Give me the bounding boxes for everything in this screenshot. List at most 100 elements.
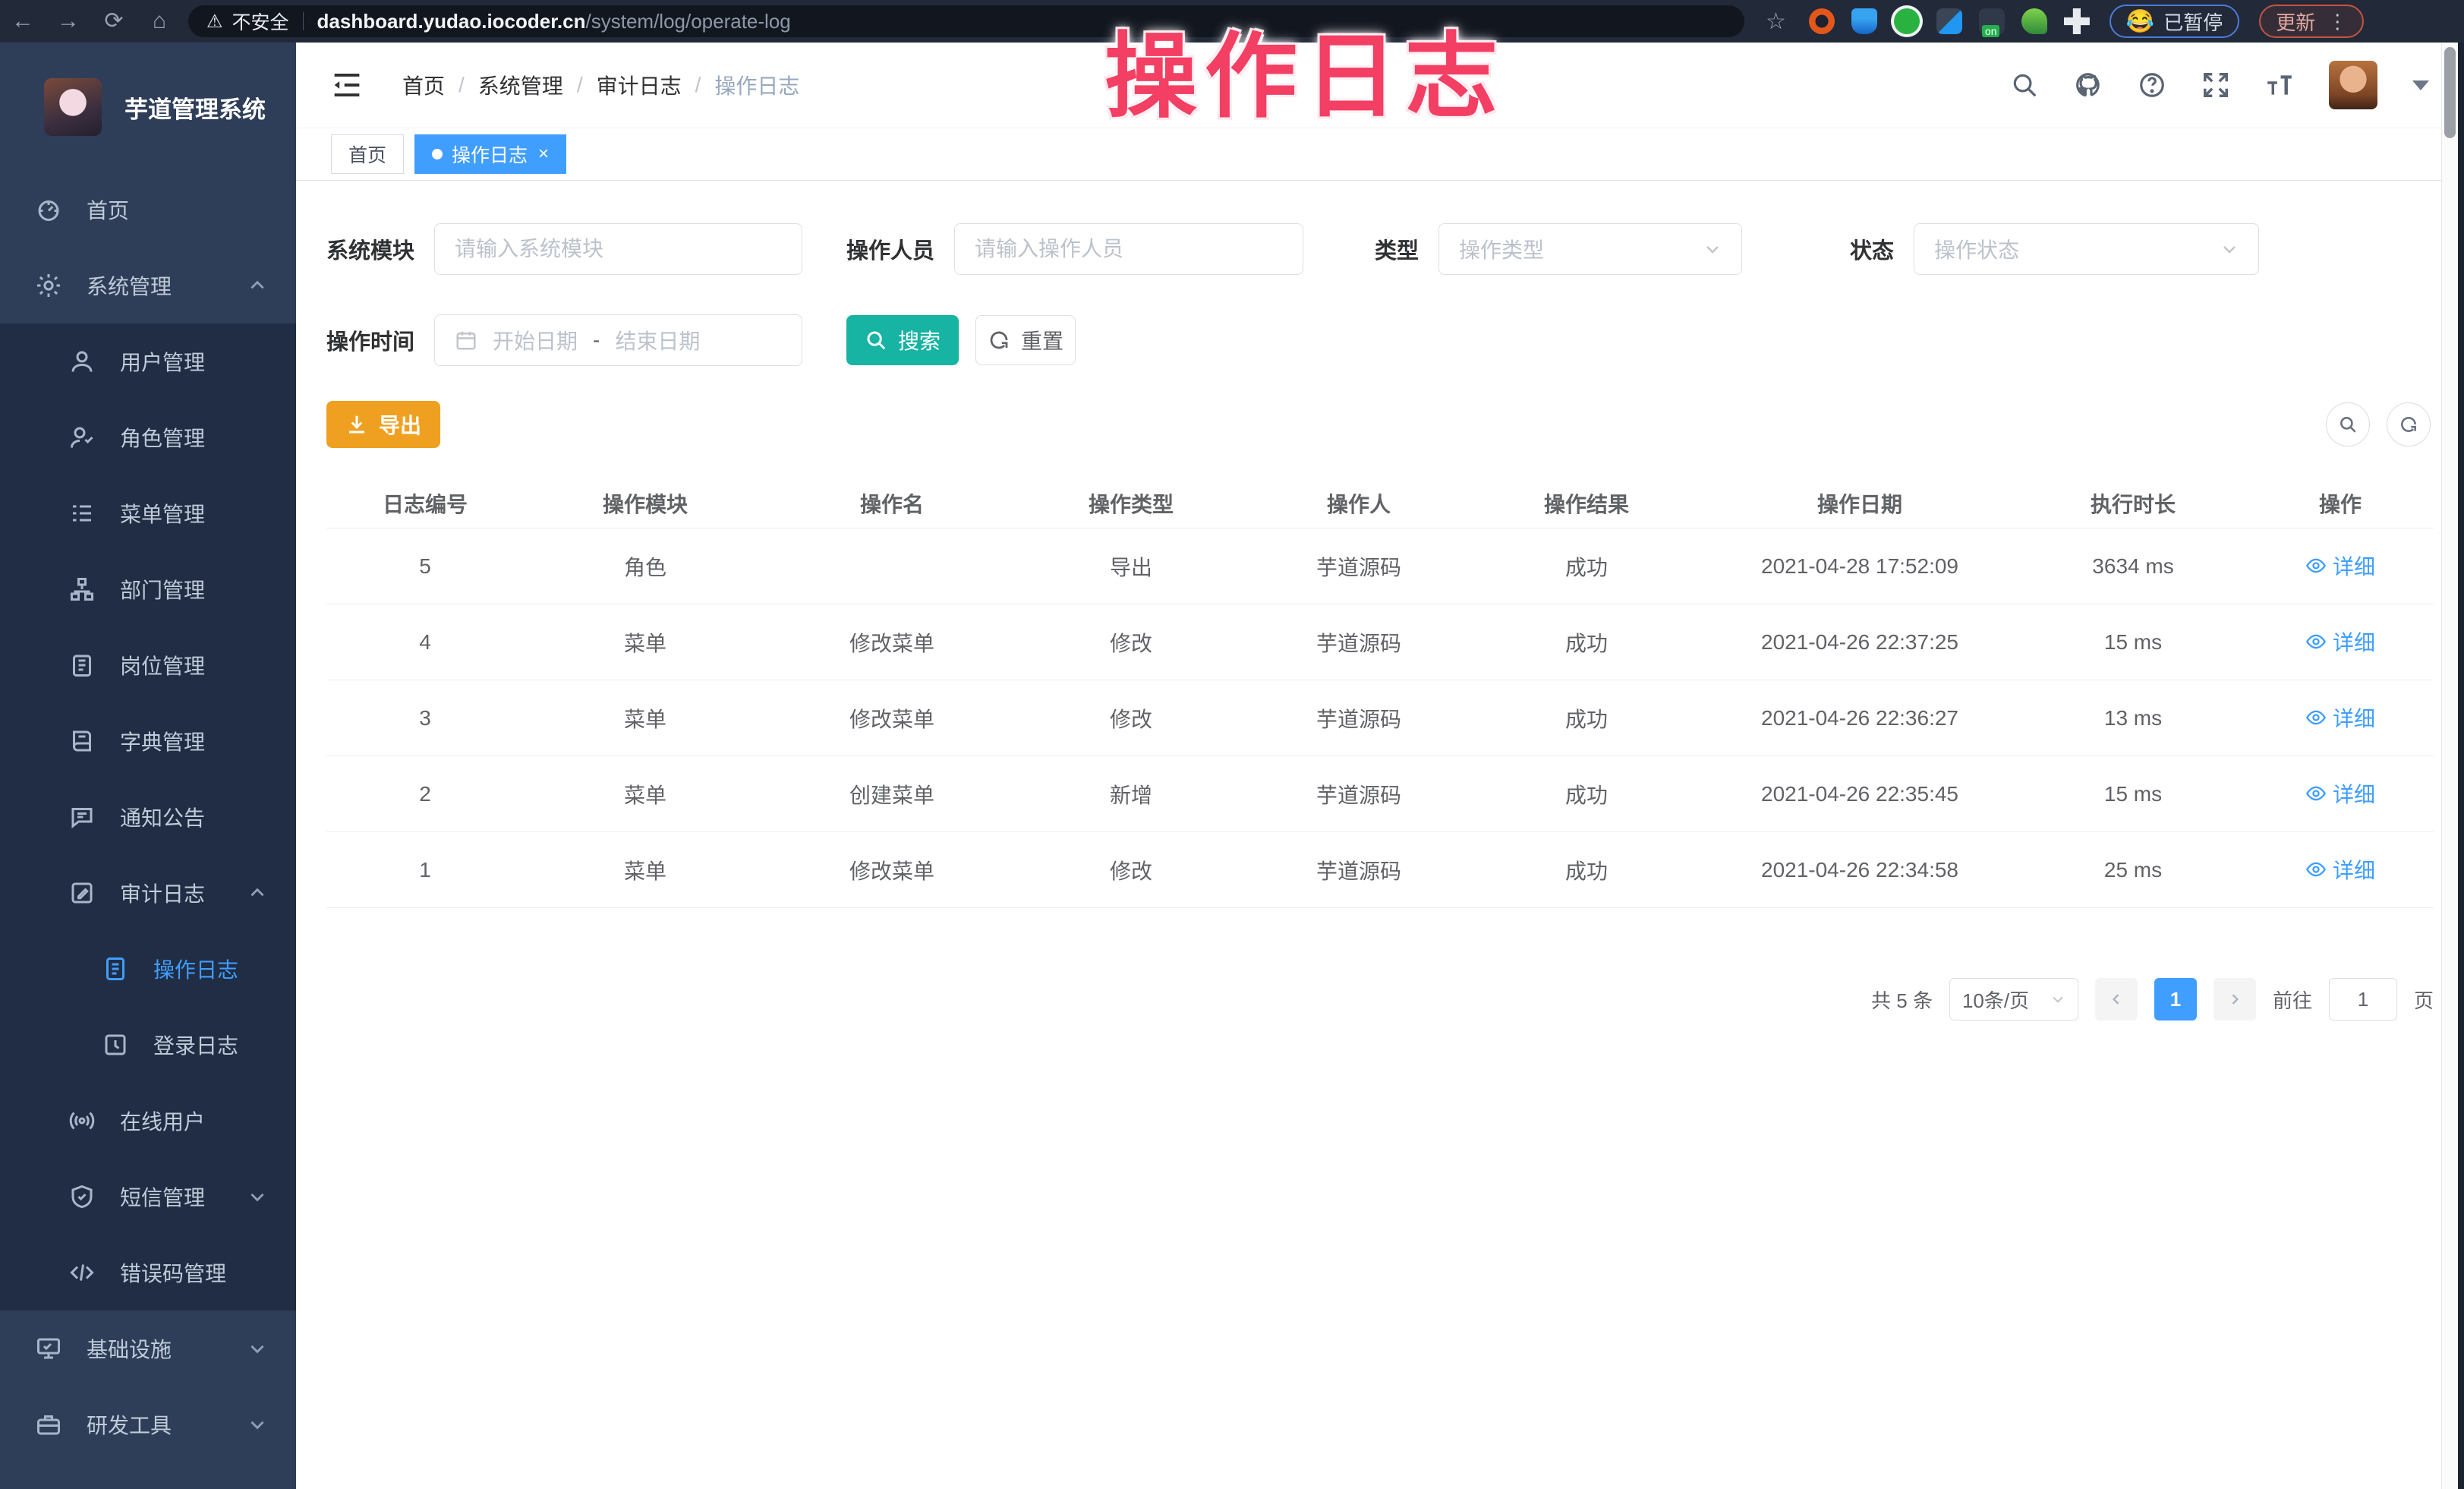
profile-paused-button[interactable]: 😂 已暂停	[2110, 5, 2239, 38]
browser-back-icon[interactable]: ←	[0, 0, 46, 43]
address-bar[interactable]: ⚠ 不安全 dashboard.yudao.iocoder.cn /system…	[188, 5, 1744, 37]
sidebar-item-role-mgmt[interactable]: 角色管理	[0, 399, 296, 475]
page-size-select[interactable]: 10条/页	[1949, 978, 2078, 1021]
cell-log-id: 4	[326, 630, 524, 655]
reset-button[interactable]: 重置	[975, 315, 1076, 365]
sidebar-item-errcode-mgmt[interactable]: 错误码管理	[0, 1235, 296, 1311]
tag-home[interactable]: 首页	[331, 134, 404, 174]
browser-toolbar: ← → ⟳ ⌂ ⚠ 不安全 dashboard.yudao.iocoder.cn…	[0, 0, 2464, 43]
extension-puzzle-icon[interactable]	[2064, 8, 2090, 34]
sidebar-item-online-users[interactable]: 在线用户	[0, 1083, 296, 1159]
status-select[interactable]: 操作状态	[1914, 223, 2259, 275]
breadcrumb-system[interactable]: 系统管理	[478, 70, 563, 100]
operator-input[interactable]	[975, 237, 1283, 261]
search-button[interactable]: 搜索	[846, 315, 959, 365]
sidebar-item-login-log[interactable]: 登录日志	[0, 1007, 296, 1083]
extension-icon-orange[interactable]	[1809, 8, 1835, 34]
search-button-label: 搜索	[898, 325, 941, 355]
detail-link[interactable]: 详细	[2305, 778, 2375, 809]
detail-link[interactable]: 详细	[2305, 626, 2375, 657]
eye-icon	[2305, 631, 2327, 652]
tag-operate-log[interactable]: 操作日志 ×	[414, 134, 566, 174]
detail-link[interactable]: 详细	[2305, 854, 2375, 885]
sidebar-item-label: 系统管理	[87, 270, 172, 301]
close-tag-icon[interactable]: ×	[538, 144, 549, 165]
toggle-search-button[interactable]	[2326, 402, 2370, 446]
fullscreen-icon[interactable]	[2201, 71, 2230, 99]
browser-reload-icon[interactable]: ⟳	[91, 0, 137, 43]
scrollbar-thumb[interactable]	[2444, 47, 2456, 138]
detail-link[interactable]: 详细	[2305, 550, 2375, 581]
detail-link[interactable]: 详细	[2305, 702, 2375, 733]
browser-update-button[interactable]: 更新 ⋮	[2259, 5, 2364, 38]
chevron-right-icon	[2227, 992, 2242, 1007]
sidebar-item-dept-mgmt[interactable]: 部门管理	[0, 551, 296, 627]
cell-date: 2021-04-26 22:35:45	[1700, 782, 2019, 806]
sidebar-item-home[interactable]: 首页	[0, 172, 296, 248]
refresh-table-button[interactable]	[2387, 402, 2431, 446]
font-size-icon[interactable]	[2265, 71, 2294, 99]
col-log-id: 日志编号	[326, 488, 524, 519]
module-input[interactable]	[455, 237, 782, 261]
help-icon[interactable]	[2138, 71, 2166, 99]
extension-icon-on-badge[interactable]	[1979, 8, 2005, 34]
col-duration: 执行时长	[2019, 488, 2247, 519]
sidebar-item-sms-mgmt[interactable]: 短信管理	[0, 1159, 296, 1235]
page-scrollbar[interactable]	[2441, 43, 2458, 1489]
cell-result: 成功	[1473, 703, 1700, 733]
cell-type: 修改	[1017, 855, 1245, 885]
user-avatar[interactable]	[2329, 61, 2377, 109]
url-domain: dashboard.yudao.iocoder.cn	[317, 10, 586, 33]
refresh-icon	[2399, 415, 2418, 434]
goto-label: 前往	[2273, 986, 2312, 1014]
extension-icon-green-v[interactable]	[1894, 8, 1920, 34]
next-page-button[interactable]	[2214, 978, 2256, 1021]
browser-menu-icon[interactable]: ⋮	[2327, 10, 2347, 33]
search-icon[interactable]	[2010, 71, 2039, 99]
monitor-icon	[35, 1335, 62, 1362]
sidebar-item-user-mgmt[interactable]: 用户管理	[0, 323, 296, 399]
module-input-box	[434, 223, 802, 275]
prev-page-button[interactable]	[2095, 978, 2138, 1021]
type-select[interactable]: 操作类型	[1438, 223, 1742, 275]
breadcrumb-home[interactable]: 首页	[402, 70, 445, 100]
col-result: 操作结果	[1473, 488, 1700, 519]
github-icon[interactable]	[2074, 71, 2103, 99]
chevron-down-icon	[247, 1415, 267, 1434]
extension-icon-dark-blue[interactable]	[1936, 8, 1962, 34]
browser-home-icon[interactable]: ⌂	[137, 0, 182, 43]
page-number-1[interactable]: 1	[2154, 978, 2197, 1021]
extension-icon-green-leaf[interactable]	[2021, 8, 2047, 34]
not-secure-warning-icon: ⚠	[206, 11, 223, 33]
browser-forward-icon[interactable]: →	[46, 0, 91, 43]
chevron-down-icon	[2050, 992, 2065, 1007]
avatar-caret-icon[interactable]	[2412, 80, 2429, 90]
app-logo-row[interactable]: 芋道管理系统	[0, 43, 296, 172]
dashboard-icon	[35, 196, 62, 223]
sidebar-item-infrastructure[interactable]: 基础设施	[0, 1311, 296, 1386]
type-label: 类型	[1375, 233, 1419, 265]
sidebar-item-audit-log[interactable]: 审计日志	[0, 855, 296, 931]
org-tree-icon	[68, 576, 96, 603]
export-button[interactable]: 导出	[326, 401, 440, 448]
update-label: 更新	[2276, 8, 2315, 36]
cell-result: 成功	[1473, 855, 1700, 885]
sidebar-item-menu-mgmt[interactable]: 菜单管理	[0, 475, 296, 551]
goto-page-input[interactable]	[2329, 978, 2397, 1021]
extension-icon-blue-drop[interactable]	[1851, 8, 1877, 34]
cell-log-id: 2	[326, 782, 524, 806]
bookmark-star-icon[interactable]: ☆	[1766, 8, 1786, 35]
sidebar-item-dict-mgmt[interactable]: 字典管理	[0, 703, 296, 779]
sidebar-item-dev-tools[interactable]: 研发工具	[0, 1386, 296, 1462]
date-range-picker[interactable]: 开始日期 - 结束日期	[434, 314, 802, 366]
sidebar-item-system-mgmt[interactable]: 系统管理	[0, 248, 296, 323]
sidebar-item-post-mgmt[interactable]: 岗位管理	[0, 627, 296, 703]
edit-square-icon	[68, 879, 96, 907]
sidebar-item-notice[interactable]: 通知公告	[0, 779, 296, 855]
collapse-sidebar-icon[interactable]	[331, 71, 363, 99]
sidebar-item-operate-log[interactable]: 操作日志	[0, 931, 296, 1007]
breadcrumb-audit[interactable]: 审计日志	[597, 70, 682, 100]
reset-button-label: 重置	[1021, 325, 1063, 355]
cell-module: 角色	[524, 551, 767, 582]
sidebar-item-label: 基础设施	[87, 1333, 172, 1364]
